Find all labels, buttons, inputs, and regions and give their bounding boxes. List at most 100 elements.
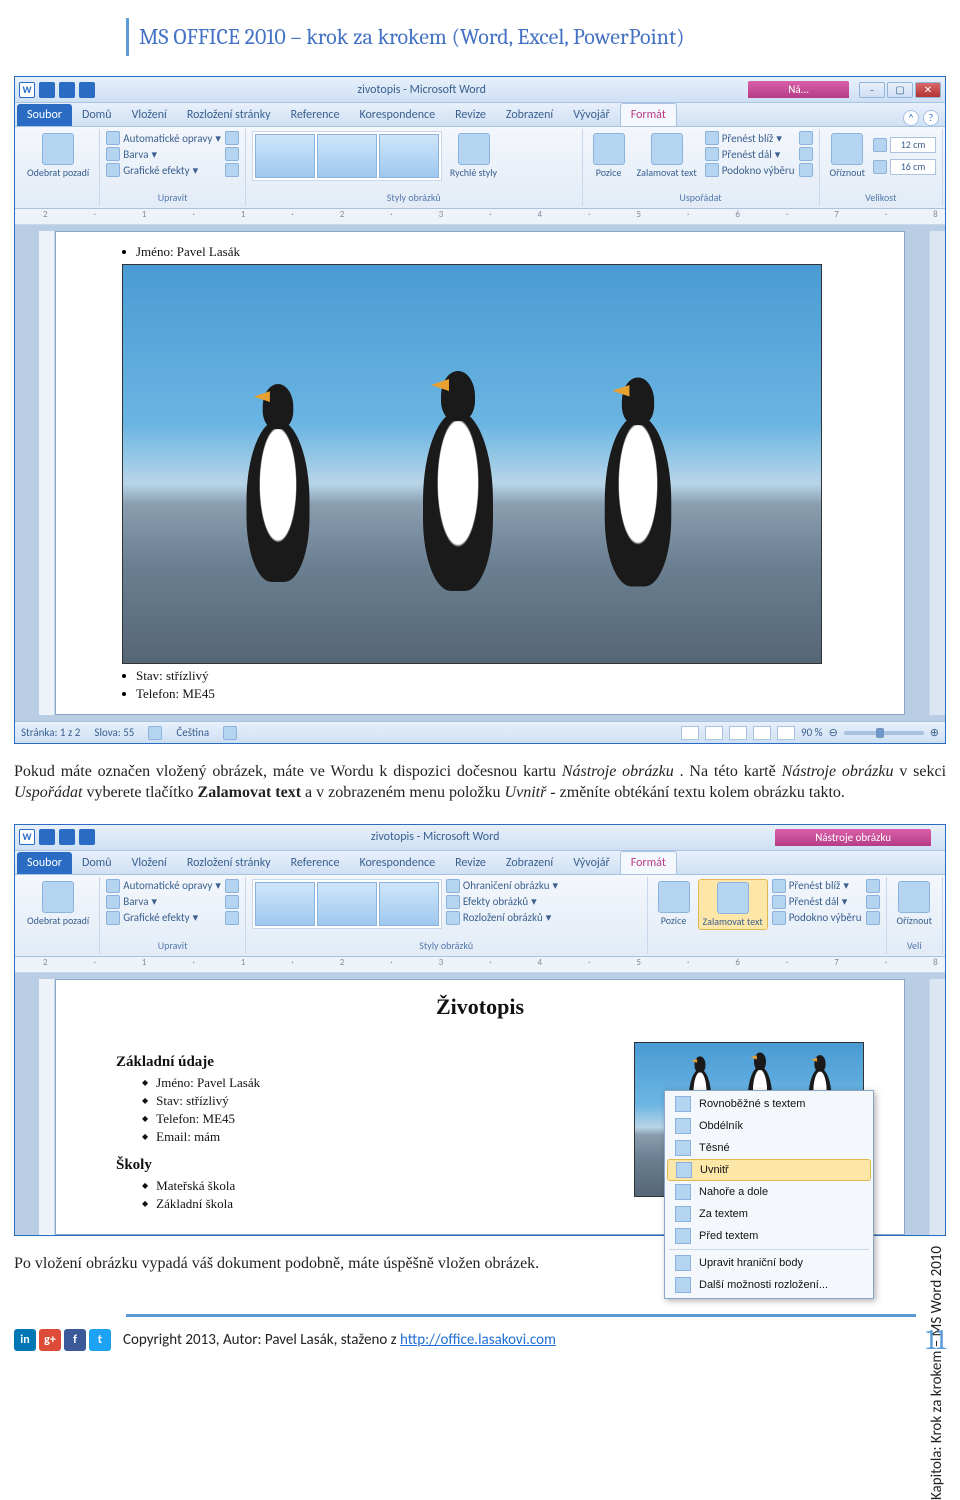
redo-icon[interactable] bbox=[79, 829, 95, 845]
corrections-button[interactable]: Automatické opravy ▾ bbox=[106, 131, 221, 145]
tab-format[interactable]: Formát bbox=[620, 103, 677, 126]
wrap-text-button[interactable]: Zalamovat text bbox=[698, 879, 768, 930]
wrap-option-tight[interactable]: Těsné bbox=[665, 1137, 873, 1159]
linkedin-icon[interactable]: in bbox=[14, 1329, 36, 1351]
minimize-ribbon-icon[interactable]: ^ bbox=[903, 110, 919, 126]
status-language[interactable]: Čeština bbox=[176, 726, 209, 739]
quick-styles-button[interactable]: Rychlé styly bbox=[446, 131, 501, 180]
send-backward-button[interactable]: Přenést dál ▾ bbox=[705, 147, 795, 161]
help-icon[interactable]: ? bbox=[923, 110, 939, 126]
effects-button[interactable]: Grafické efekty ▾ bbox=[106, 163, 221, 177]
penguin-image[interactable] bbox=[122, 264, 822, 664]
tab-developer[interactable]: Vývojář bbox=[563, 852, 620, 874]
save-icon[interactable] bbox=[39, 82, 55, 98]
tab-page-layout[interactable]: Rozložení stránky bbox=[177, 852, 281, 874]
bring-forward-button[interactable]: Přenést blíž ▾ bbox=[705, 131, 795, 145]
status-zoom[interactable]: 90 % bbox=[801, 726, 823, 739]
minimize-button[interactable]: – bbox=[859, 82, 885, 98]
tab-page-layout[interactable]: Rozložení stránky bbox=[177, 104, 281, 126]
change-icon[interactable] bbox=[225, 147, 239, 161]
picture-border-button[interactable]: Ohraničení obrázku ▾ bbox=[446, 879, 558, 893]
undo-icon[interactable] bbox=[59, 829, 75, 845]
wrap-more-options[interactable]: Další možnosti rozložení... bbox=[665, 1274, 873, 1296]
view-outline[interactable] bbox=[753, 726, 771, 740]
rotate-icon[interactable] bbox=[799, 163, 813, 177]
tab-insert[interactable]: Vložení bbox=[122, 852, 177, 874]
horizontal-ruler[interactable]: 2 · 1 · 1 · 2 · 3 · 4 · 5 · 6 · 7 · 8 · … bbox=[15, 209, 945, 225]
tab-insert[interactable]: Vložení bbox=[122, 104, 177, 126]
document-page[interactable]: Jméno: Pavel Lasák Stav: střízlivý Telef… bbox=[55, 231, 905, 715]
vertical-ruler[interactable] bbox=[39, 979, 55, 1235]
redo-icon[interactable] bbox=[79, 82, 95, 98]
position-button[interactable]: Pozice bbox=[654, 879, 694, 928]
wrap-text-button[interactable]: Zalamovat text bbox=[633, 131, 701, 180]
reset-icon[interactable] bbox=[225, 163, 239, 177]
tab-view[interactable]: Zobrazení bbox=[496, 852, 563, 874]
view-draft[interactable] bbox=[777, 726, 795, 740]
compress-icon[interactable] bbox=[225, 879, 239, 893]
tab-file[interactable]: Soubor bbox=[17, 104, 72, 126]
style-thumb[interactable] bbox=[255, 882, 315, 926]
remove-background-button[interactable]: Odebrat pozadí bbox=[23, 131, 93, 180]
wrap-option-square[interactable]: Obdélník bbox=[665, 1115, 873, 1137]
selection-pane-button[interactable]: Podokno výběru bbox=[772, 911, 862, 925]
effects-button[interactable]: Grafické efekty ▾ bbox=[106, 911, 221, 925]
wrap-option-inline[interactable]: Rovnoběžné s textem bbox=[665, 1093, 873, 1115]
selection-pane-button[interactable]: Podokno výběru bbox=[705, 163, 795, 177]
color-button[interactable]: Barva ▾ bbox=[106, 895, 221, 909]
maximize-button[interactable]: ▢ bbox=[887, 82, 913, 98]
style-thumb[interactable] bbox=[379, 134, 439, 178]
tab-view[interactable]: Zobrazení bbox=[496, 104, 563, 126]
send-backward-button[interactable]: Přenést dál ▾ bbox=[772, 895, 862, 909]
picture-layout-button[interactable]: Rozložení obrázků ▾ bbox=[446, 911, 558, 925]
zoom-in-button[interactable]: ⊕ bbox=[930, 726, 939, 739]
tab-format[interactable]: Formát bbox=[620, 851, 677, 874]
rotate-icon[interactable] bbox=[866, 911, 880, 925]
group-icon[interactable] bbox=[799, 147, 813, 161]
picture-styles-gallery[interactable] bbox=[252, 879, 442, 929]
tab-home[interactable]: Domů bbox=[72, 104, 122, 126]
vertical-ruler[interactable] bbox=[39, 231, 55, 715]
compress-icon[interactable] bbox=[225, 131, 239, 145]
save-icon[interactable] bbox=[39, 829, 55, 845]
crop-button[interactable]: Oříznout bbox=[826, 131, 869, 180]
height-input[interactable]: 12 cm bbox=[890, 137, 936, 153]
tab-mailings[interactable]: Korespondence bbox=[349, 852, 445, 874]
twitter-icon[interactable]: t bbox=[89, 1329, 111, 1351]
remove-background-button[interactable]: Odebrat pozadí bbox=[23, 879, 93, 928]
style-thumb[interactable] bbox=[379, 882, 439, 926]
zoom-out-button[interactable]: ⊖ bbox=[829, 726, 838, 739]
status-page[interactable]: Stránka: 1 z 2 bbox=[21, 726, 80, 739]
width-input[interactable]: 16 cm bbox=[890, 159, 936, 175]
reset-icon[interactable] bbox=[225, 911, 239, 925]
status-words[interactable]: Slova: 55 bbox=[94, 726, 134, 739]
style-thumb[interactable] bbox=[317, 134, 377, 178]
horizontal-ruler[interactable]: 2 · 1 · 1 · 2 · 3 · 4 · 5 · 6 · 7 · 8 · … bbox=[15, 957, 945, 973]
bring-forward-button[interactable]: Přenést blíž ▾ bbox=[772, 879, 862, 893]
vertical-scrollbar[interactable] bbox=[929, 979, 945, 1235]
wrap-option-topbottom[interactable]: Nahoře a dole bbox=[665, 1181, 873, 1203]
undo-icon[interactable] bbox=[59, 82, 75, 98]
document-page[interactable]: Životopis Základní údaje Jméno: Pavel La… bbox=[55, 979, 905, 1235]
facebook-icon[interactable]: f bbox=[64, 1329, 86, 1351]
gplus-icon[interactable]: g+ bbox=[39, 1329, 61, 1351]
color-button[interactable]: Barva ▾ bbox=[106, 147, 221, 161]
view-print-layout[interactable] bbox=[681, 726, 699, 740]
crop-button[interactable]: Oříznout bbox=[893, 879, 936, 928]
change-icon[interactable] bbox=[225, 895, 239, 909]
zoom-slider[interactable] bbox=[844, 731, 924, 735]
view-fullscreen[interactable] bbox=[705, 726, 723, 740]
style-thumb[interactable] bbox=[317, 882, 377, 926]
view-web[interactable] bbox=[729, 726, 747, 740]
tab-references[interactable]: Reference bbox=[281, 104, 350, 126]
position-button[interactable]: Pozice bbox=[589, 131, 629, 180]
tab-mailings[interactable]: Korespondence bbox=[349, 104, 445, 126]
align-icon[interactable] bbox=[799, 131, 813, 145]
wrap-option-through[interactable]: Uvnitř bbox=[667, 1159, 871, 1181]
tab-developer[interactable]: Vývojář bbox=[563, 104, 620, 126]
macro-icon[interactable] bbox=[223, 726, 237, 740]
picture-styles-gallery[interactable] bbox=[252, 131, 442, 181]
wrap-option-front[interactable]: Před textem bbox=[665, 1225, 873, 1247]
tab-references[interactable]: Reference bbox=[281, 852, 350, 874]
wrap-edit-points[interactable]: Upravit hraniční body bbox=[665, 1252, 873, 1274]
